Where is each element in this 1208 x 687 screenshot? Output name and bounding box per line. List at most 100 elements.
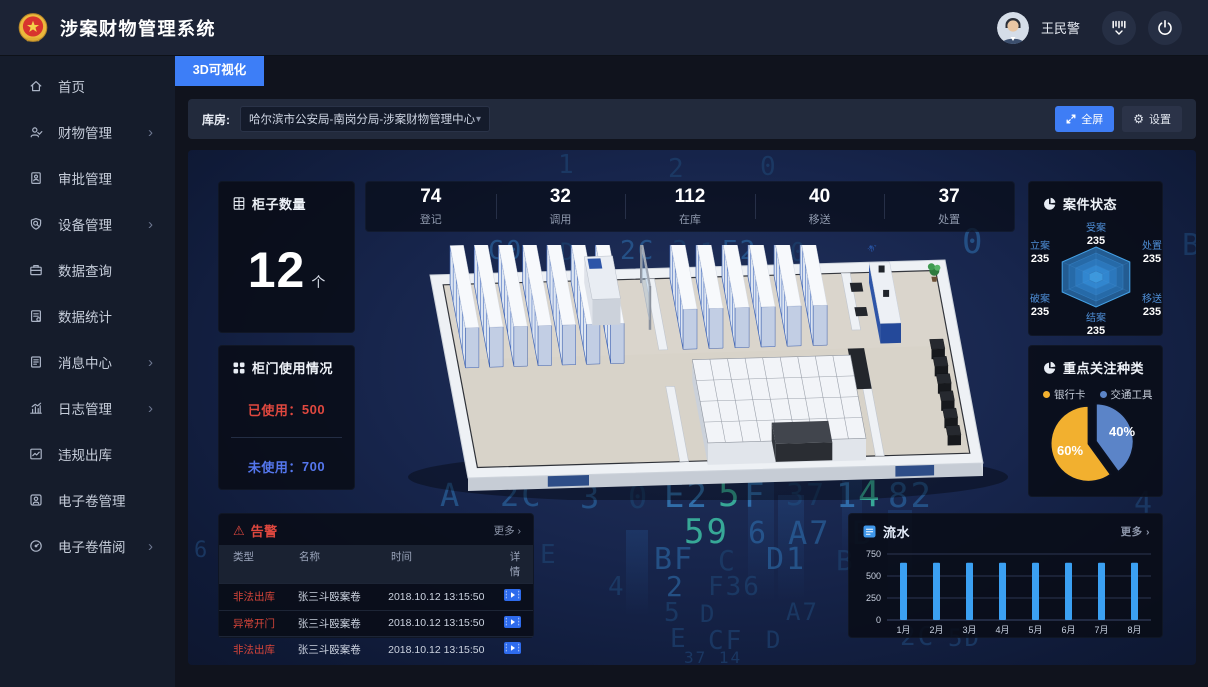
settings-label: 设置	[1149, 111, 1171, 127]
cabinet-count-unit: 个	[311, 274, 325, 290]
sidebar-item-label: 电子卷借阅	[58, 536, 126, 556]
chevron-right-icon: ›	[148, 538, 153, 555]
alert-time: 2018.10.12 13:15:50	[388, 591, 504, 603]
sidebar-item-approval[interactable]: 审批管理	[0, 155, 175, 201]
alert-name: 张三斗殴案卷	[298, 616, 388, 631]
hex-glyph: 4	[608, 572, 626, 602]
door-usage-title: 柜门使用情况	[252, 358, 333, 377]
message-icon	[28, 354, 44, 370]
sidebar-item-devices[interactable]: 设备管理›	[0, 201, 175, 247]
sidebar-item-label: 设备管理	[58, 214, 112, 234]
alert-name: 张三斗殴案卷	[298, 642, 388, 657]
sidebar-item-home[interactable]: 首页	[0, 63, 175, 109]
sidebar-item-label: 日志管理	[58, 398, 112, 418]
stat-移送: 40移送	[755, 182, 885, 231]
stat-在库: 112在库	[625, 182, 755, 231]
cabinet-count-value: 12	[248, 242, 306, 298]
flow-bar	[966, 563, 973, 620]
home-icon	[28, 78, 44, 94]
alerts-more-link[interactable]: 更多 ›	[494, 523, 521, 538]
sidebar-item-logs[interactable]: 日志管理 ›	[0, 385, 175, 431]
settings-button[interactable]: ⚙ 设置	[1122, 106, 1182, 132]
scanner-button[interactable]	[1102, 11, 1136, 45]
alert-type: 非法出库	[233, 589, 298, 604]
stat-处置: 37处置	[884, 182, 1014, 231]
doors-used-label: 已使用：	[248, 400, 302, 419]
doors-unused-value: 700	[302, 459, 325, 474]
radar-axis-label: 破案	[1030, 292, 1050, 305]
stat-label: 调用	[549, 211, 571, 227]
doors-used-row: 已使用：500	[219, 385, 354, 433]
stat-value: 40	[809, 186, 830, 208]
sidebar-item-assets[interactable]: 财物管理›	[0, 109, 175, 155]
sidebar-item-violation-out[interactable]: 违规出库	[0, 431, 175, 477]
power-button[interactable]	[1148, 11, 1182, 45]
police-badge-logo	[16, 11, 50, 45]
borrow-icon	[28, 538, 44, 554]
dashboard-3d-panel: 120C0D2C31E200BA2C30E25F3714824596A7BEBF…	[188, 150, 1196, 665]
barcode-scanner-icon	[1110, 19, 1128, 37]
svg-text:750: 750	[866, 549, 881, 559]
divider	[231, 437, 342, 438]
case-status-panel: 案件状态 受案235处置235移送235结案235破案235立案235	[1028, 181, 1163, 336]
svg-text:8月: 8月	[1127, 625, 1141, 635]
svg-text:6月: 6月	[1061, 625, 1075, 635]
sidebar-item-message-center[interactable]: 消息中心›	[0, 339, 175, 385]
stat-label: 登记	[420, 211, 442, 227]
alerts-table-header: 类型 名称 时间 详情	[219, 545, 533, 583]
fullscreen-icon	[1066, 114, 1076, 124]
alerts-panel: ⚠ 告警 更多 › 类型 名称 时间 详情 非法出库张三斗殴案卷2018.10.…	[218, 513, 534, 638]
stat-value: 32	[550, 186, 571, 208]
focus-categories-pie-chart: 60%40%	[1029, 388, 1164, 496]
flow-panel: 流水 更多 › 75050025001月2月3月4月5月6月7月8月	[848, 513, 1163, 638]
app-header: 涉案财物管理系统 王民警	[0, 0, 1208, 56]
user-name: 王民警	[1041, 18, 1080, 37]
chevron-right-icon: ›	[148, 354, 153, 371]
door-grid-icon	[233, 362, 245, 374]
radar-axis-value: 235	[1143, 306, 1161, 318]
flow-bar	[1065, 563, 1072, 620]
stat-label: 在库	[679, 211, 701, 227]
warehouse-3d-view[interactable]: 涉案财物管理中心	[388, 245, 1018, 500]
svg-text:3月: 3月	[962, 625, 976, 635]
col-name: 名称	[299, 549, 391, 579]
sidebar-item-data-query[interactable]: 数据查询	[0, 247, 175, 293]
flow-bar	[900, 563, 907, 620]
avatar[interactable]	[997, 12, 1029, 44]
chevron-right-icon: ›	[148, 400, 153, 417]
tab-3d-visualization[interactable]: 3D可视化	[175, 55, 264, 86]
warehouse-sign-text: 涉案财物管理中心	[866, 245, 919, 253]
cabinet-count-title: 柜子数量	[252, 194, 306, 213]
sidebar-item-data-stats[interactable]: 数据统计	[0, 293, 175, 339]
radar-axis-value: 235	[1031, 253, 1049, 265]
alert-type: 非法出库	[233, 642, 298, 657]
alert-video-button[interactable]	[504, 616, 521, 631]
svg-text:1月: 1月	[896, 625, 910, 635]
hex-glyph: A7	[786, 598, 819, 626]
sidebar-item-efile-borrow[interactable]: 电子卷借阅 ›	[0, 523, 175, 569]
hex-glyph: 6	[194, 538, 209, 563]
sidebar-item-efile-manage[interactable]: 电子卷管理	[0, 477, 175, 523]
fullscreen-label: 全屏	[1081, 111, 1103, 127]
hex-glyph: 0	[760, 152, 778, 182]
warehouse-select[interactable]: 哈尔滨市公安局-南岗分局-涉案财物管理中心 ▾	[240, 106, 490, 132]
alert-row: 非法出库张三斗殴案卷2018.10.12 13:15:50	[219, 636, 533, 663]
door-usage-card: 柜门使用情况 已使用：500 未使用：700	[218, 345, 355, 490]
fullscreen-button[interactable]: 全屏	[1055, 106, 1114, 132]
warning-triangle-icon: ⚠	[233, 524, 245, 537]
alert-video-button[interactable]	[504, 642, 521, 657]
video-play-icon	[504, 642, 521, 654]
hex-glyph: 2	[668, 154, 686, 184]
flow-more-link[interactable]: 更多 ›	[1121, 524, 1150, 539]
radar-axis-label: 结案	[1086, 311, 1106, 324]
focus-categories-title: 重点关注种类	[1063, 358, 1144, 377]
sidebar-item-label: 数据统计	[58, 306, 112, 326]
alert-video-button[interactable]	[504, 589, 521, 604]
power-icon	[1156, 19, 1174, 37]
svg-text:250: 250	[866, 593, 881, 603]
radar-axis-label: 受案	[1086, 221, 1106, 234]
radar-axis-label: 处置	[1142, 240, 1162, 252]
sidebar-item-label: 违规出库	[58, 444, 112, 464]
cabinet-icon	[233, 197, 245, 210]
pie-pct-label: 60%	[1057, 443, 1083, 458]
